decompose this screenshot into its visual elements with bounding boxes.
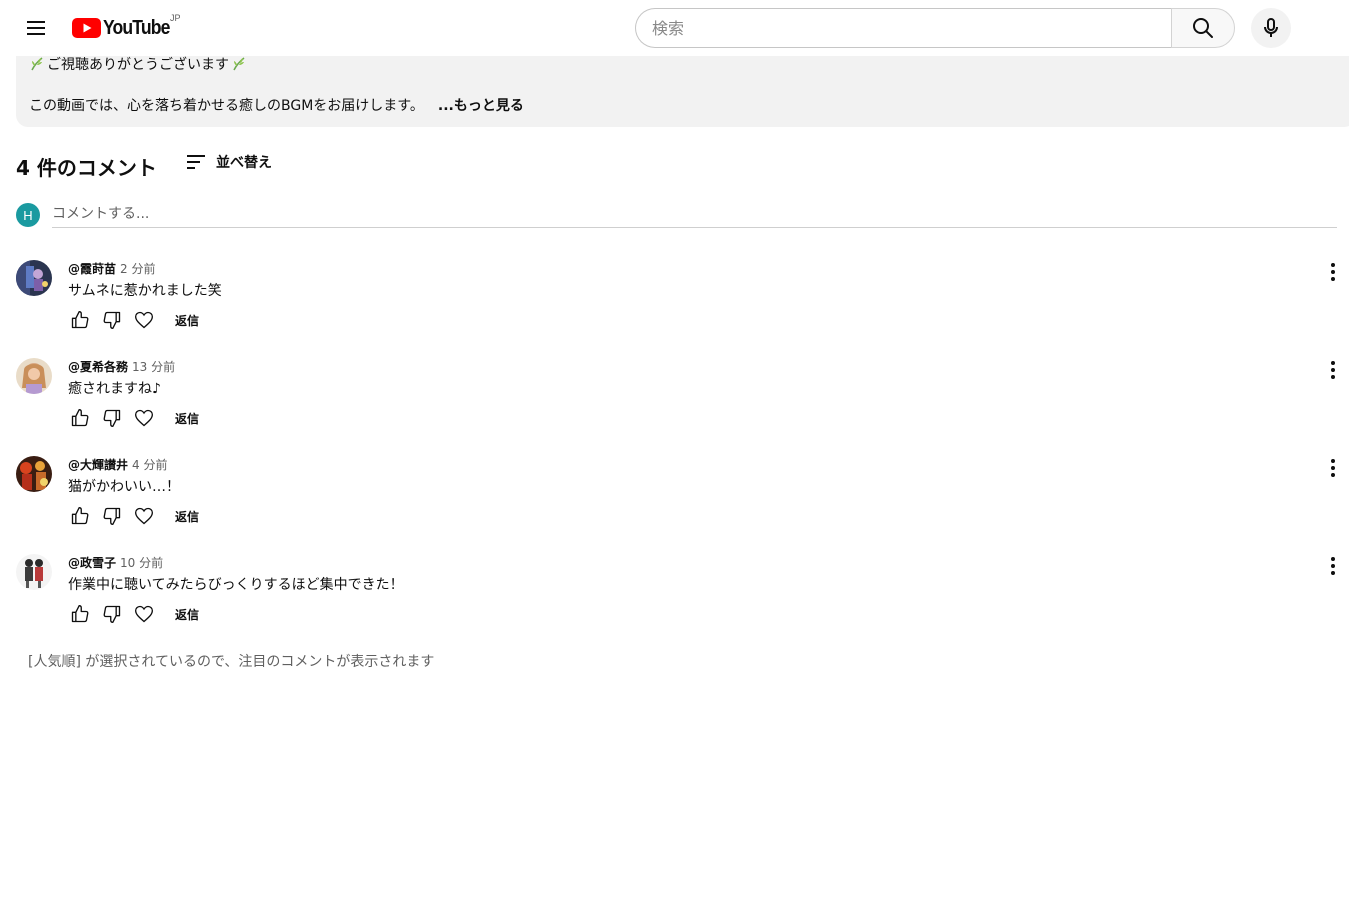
heart-icon bbox=[134, 605, 154, 623]
search-button[interactable] bbox=[1171, 8, 1235, 48]
search-icon bbox=[1193, 18, 1213, 38]
comment-header: @大輝讃井 4 分前 bbox=[68, 456, 167, 473]
avatar-image bbox=[16, 358, 52, 394]
comment-header: @政雪子 10 分前 bbox=[68, 554, 163, 571]
avatar-image bbox=[16, 260, 52, 296]
thumbs-up-icon bbox=[71, 409, 89, 427]
heart-icon bbox=[134, 311, 154, 329]
thumbs-down-icon bbox=[103, 605, 121, 623]
more-vertical-icon bbox=[1331, 361, 1335, 379]
comments-count: 4 件のコメント bbox=[16, 156, 157, 180]
comment-author[interactable]: @夏希各務 bbox=[68, 358, 128, 375]
like-button[interactable] bbox=[64, 602, 96, 626]
comment-header: @夏希各務 13 分前 bbox=[68, 358, 175, 375]
avatar-image bbox=[16, 554, 52, 590]
description-thanks-text: ご視聴ありがとうございます bbox=[47, 57, 229, 73]
thumbs-up-icon bbox=[71, 311, 89, 329]
youtube-play-icon bbox=[72, 18, 101, 38]
avatar[interactable] bbox=[16, 456, 52, 492]
more-vertical-icon bbox=[1331, 263, 1335, 281]
heart-button[interactable] bbox=[128, 504, 160, 528]
heart-button[interactable] bbox=[128, 602, 160, 626]
sort-info-note: [人気順] が選択されているので、注目のコメントが表示されます bbox=[28, 654, 435, 670]
sort-button[interactable]: 並べ替え bbox=[184, 150, 272, 174]
description-body-text: この動画では、心を落ち着かせる癒しのBGMをお届けします。 bbox=[29, 98, 424, 114]
comment-author[interactable]: @霞莳苗 bbox=[68, 260, 116, 277]
comment-menu-button[interactable] bbox=[1321, 260, 1345, 284]
comment-text: 作業中に聴いてみたらびっくりするほど集中できた！ bbox=[68, 577, 404, 593]
dislike-button[interactable] bbox=[96, 308, 128, 332]
logo-text: YouTube bbox=[103, 16, 170, 39]
heart-icon bbox=[134, 409, 154, 427]
sort-icon bbox=[187, 155, 205, 169]
thumbs-up-icon bbox=[71, 507, 89, 525]
herb-icon bbox=[31, 57, 43, 71]
region-code: JP bbox=[170, 13, 181, 23]
comment-header: @霞莳苗 2 分前 bbox=[68, 260, 155, 277]
thumbs-down-icon bbox=[103, 507, 121, 525]
voice-search-button[interactable] bbox=[1251, 8, 1291, 48]
video-description[interactable]: ご視聴ありがとうございます この動画では、心を落ち着かせる癒しのBGMをお届けし… bbox=[16, 50, 1349, 127]
comment-text: サムネに惹かれました笑 bbox=[68, 283, 222, 299]
comment-actions: 返信 bbox=[64, 308, 199, 332]
comment-author[interactable]: @大輝讃井 bbox=[68, 456, 128, 473]
comment-time[interactable]: 10 分前 bbox=[120, 554, 163, 571]
thumbs-down-icon bbox=[103, 409, 121, 427]
microphone-icon bbox=[1264, 18, 1278, 37]
reply-button[interactable]: 返信 bbox=[175, 410, 199, 427]
comment-author[interactable]: @政雪子 bbox=[68, 554, 116, 571]
masthead: YouTube JP bbox=[0, 0, 1349, 56]
avatar-image bbox=[16, 456, 52, 492]
hamburger-icon bbox=[27, 21, 45, 35]
comment-thread: @政雪子 10 分前 作業中に聴いてみたらびっくりするほど集中できた！ 返信 bbox=[16, 554, 1349, 644]
thumbs-up-icon bbox=[71, 605, 89, 623]
show-more-link[interactable]: ...もっと見る bbox=[438, 95, 524, 115]
avatar[interactable] bbox=[16, 260, 52, 296]
like-button[interactable] bbox=[64, 308, 96, 332]
description-line-1: ご視聴ありがとうございます bbox=[29, 54, 247, 74]
comment-time[interactable]: 4 分前 bbox=[132, 456, 167, 473]
comment-actions: 返信 bbox=[64, 406, 199, 430]
comment-menu-button[interactable] bbox=[1321, 358, 1345, 382]
description-line-2: この動画では、心を落ち着かせる癒しのBGMをお届けします。 ...もっと見る bbox=[29, 95, 524, 115]
more-vertical-icon bbox=[1331, 557, 1335, 575]
guide-menu-button[interactable] bbox=[16, 8, 56, 48]
avatar[interactable] bbox=[16, 554, 52, 590]
dislike-button[interactable] bbox=[96, 602, 128, 626]
youtube-logo[interactable]: YouTube bbox=[72, 17, 179, 39]
search-input[interactable] bbox=[652, 18, 1172, 38]
comment-time[interactable]: 13 分前 bbox=[132, 358, 175, 375]
more-vertical-icon bbox=[1331, 459, 1335, 477]
comment-thread: @夏希各務 13 分前 癒されますね♪ 返信 bbox=[16, 358, 1349, 448]
like-button[interactable] bbox=[64, 406, 96, 430]
add-comment-input[interactable]: コメントする... bbox=[52, 201, 1337, 228]
like-button[interactable] bbox=[64, 504, 96, 528]
comment-thread: @大輝讃井 4 分前 猫がかわいい…！ 返信 bbox=[16, 456, 1349, 546]
comment-menu-button[interactable] bbox=[1321, 554, 1345, 578]
thumbs-down-icon bbox=[103, 311, 121, 329]
comment-time[interactable]: 2 分前 bbox=[120, 260, 155, 277]
dislike-button[interactable] bbox=[96, 504, 128, 528]
comment-text: 癒されますね♪ bbox=[68, 381, 161, 397]
comment-menu-button[interactable] bbox=[1321, 456, 1345, 480]
my-avatar[interactable]: H bbox=[16, 203, 40, 227]
heart-button[interactable] bbox=[128, 308, 160, 332]
herb-icon bbox=[233, 57, 245, 71]
sort-label: 並べ替え bbox=[216, 155, 272, 171]
reply-button[interactable]: 返信 bbox=[175, 606, 199, 623]
reply-button[interactable]: 返信 bbox=[175, 312, 199, 329]
comment-actions: 返信 bbox=[64, 602, 199, 626]
comment-text: 猫がかわいい…！ bbox=[68, 479, 180, 495]
heart-icon bbox=[134, 507, 154, 525]
search-box[interactable] bbox=[635, 8, 1172, 48]
comment-thread: @霞莳苗 2 分前 サムネに惹かれました笑 返信 bbox=[16, 260, 1349, 350]
heart-button[interactable] bbox=[128, 406, 160, 430]
comment-actions: 返信 bbox=[64, 504, 199, 528]
reply-button[interactable]: 返信 bbox=[175, 508, 199, 525]
dislike-button[interactable] bbox=[96, 406, 128, 430]
avatar[interactable] bbox=[16, 358, 52, 394]
